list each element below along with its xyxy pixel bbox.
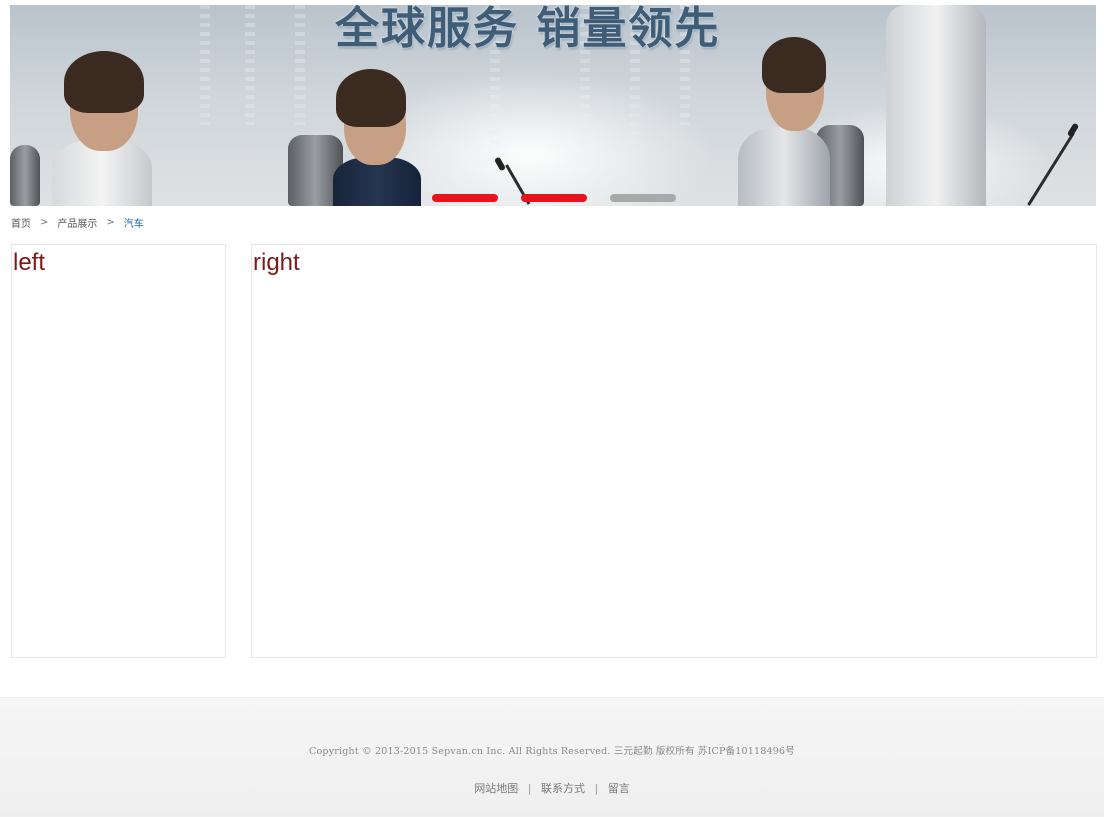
- left-panel-title: left: [13, 249, 46, 276]
- person-figure: [878, 5, 998, 206]
- footer-link-guestbook[interactable]: 留言: [608, 782, 630, 795]
- footer-link-contact[interactable]: 联系方式: [541, 782, 585, 795]
- right-panel-title: right: [253, 249, 300, 276]
- breadcrumb-separator: >: [40, 216, 49, 228]
- person-figure: [10, 45, 170, 206]
- copyright-text: Copyright © 2013-2015 Sepvan.cn Inc. All…: [309, 746, 795, 757]
- left-panel: left: [11, 244, 226, 658]
- footer-link-separator: |: [527, 782, 532, 795]
- footer: Copyright © 2013-2015 Sepvan.cn Inc. All…: [0, 697, 1104, 817]
- person-figure: [728, 35, 888, 206]
- binary-code-decoration: [200, 5, 210, 125]
- right-panel: right: [251, 244, 1097, 658]
- slider-dot-2[interactable]: [521, 194, 587, 202]
- footer-links: 网站地图 | 联系方式 | 留言: [0, 780, 1104, 796]
- banner-slogan: 全球服务 销量领先: [335, 5, 721, 54]
- slider-dot-3[interactable]: [610, 194, 676, 202]
- breadcrumb-current: 汽车: [123, 218, 144, 230]
- person-figure: [288, 65, 438, 206]
- breadcrumb: 首页 > 产品展示 > 汽车: [11, 215, 144, 230]
- microphone: [493, 156, 507, 172]
- breadcrumb-home[interactable]: 首页: [11, 215, 31, 230]
- microphone: [1066, 122, 1080, 138]
- slider-dot-1[interactable]: [432, 194, 498, 202]
- breadcrumb-separator: >: [106, 216, 115, 228]
- microphone: [1027, 132, 1075, 206]
- footer-link-separator: |: [594, 782, 599, 795]
- footer-link-sitemap[interactable]: 网站地图: [474, 782, 518, 795]
- hero-banner: 全球服务 销量领先: [10, 5, 1096, 206]
- binary-code-decoration: [245, 5, 255, 125]
- breadcrumb-products[interactable]: 产品展示: [57, 215, 97, 230]
